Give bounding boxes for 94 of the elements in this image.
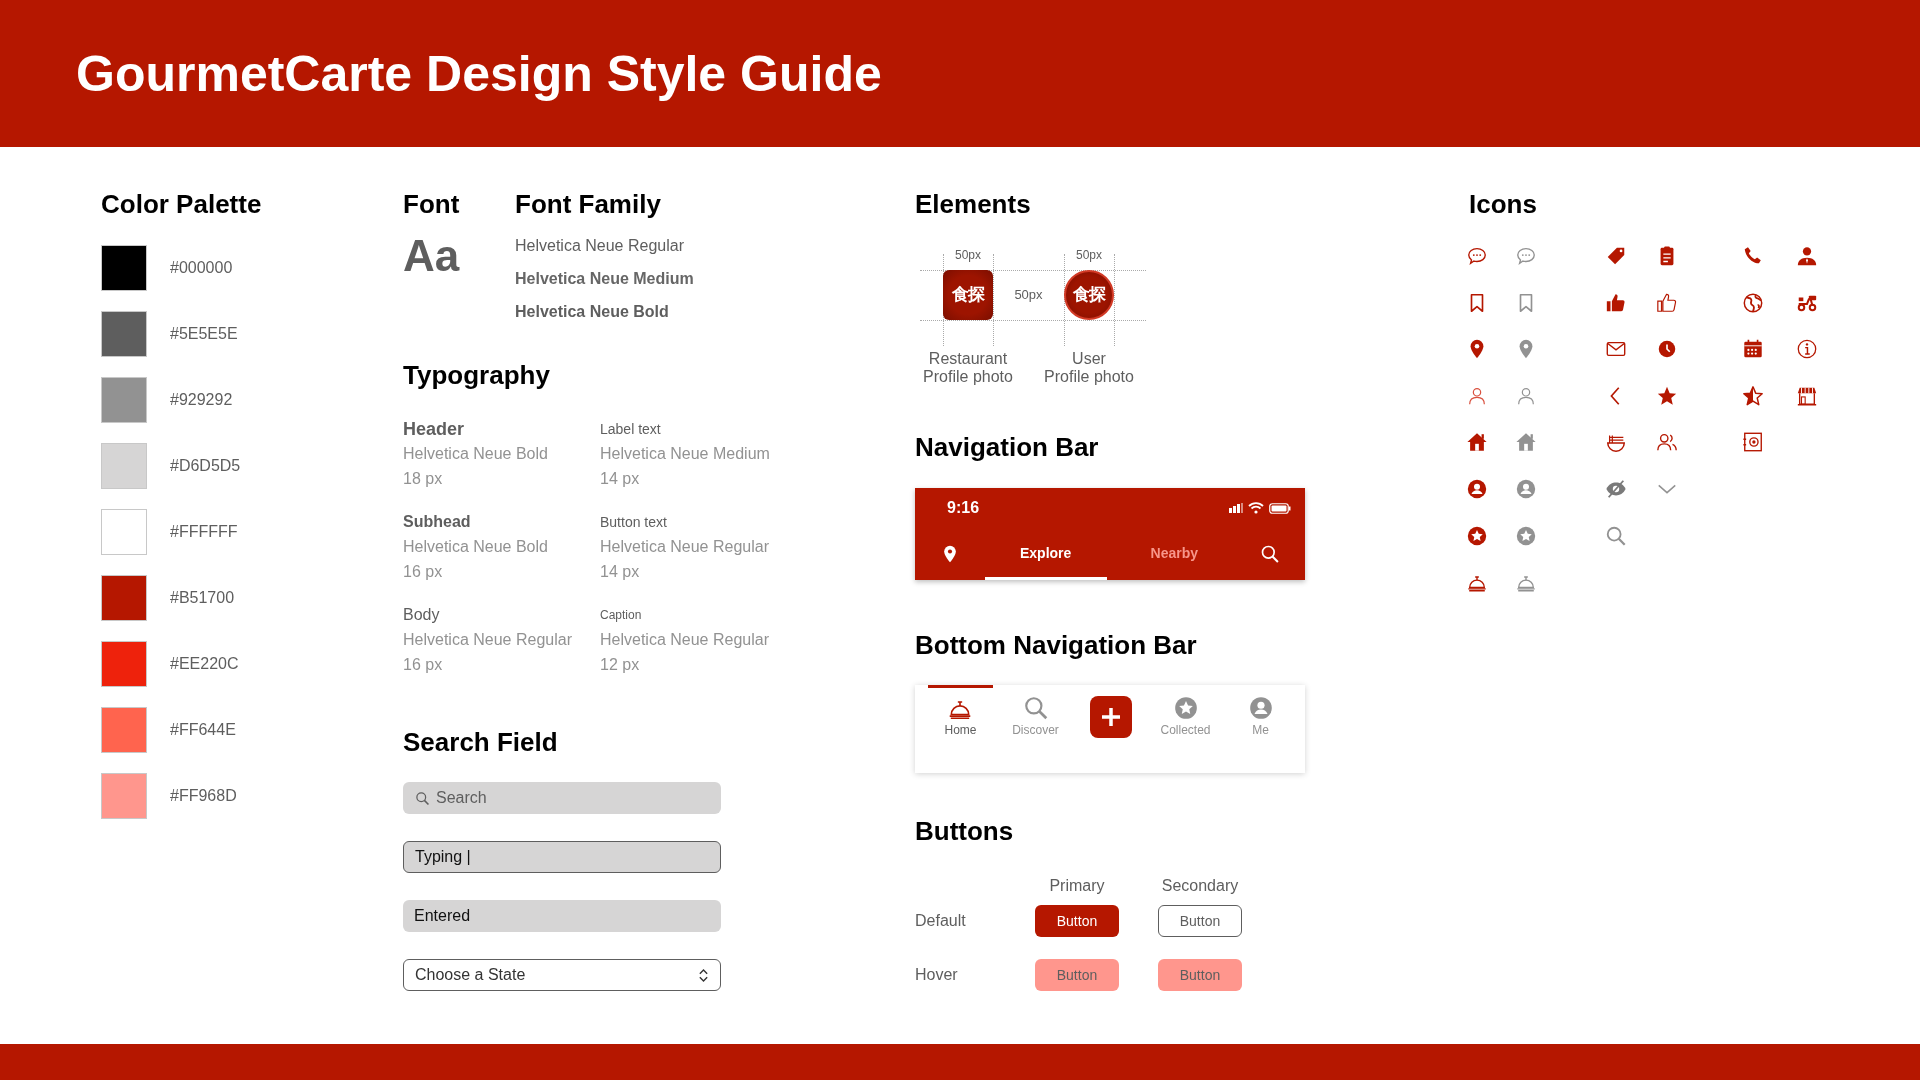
bottom-nav-tab[interactable]: Discover: [1012, 695, 1059, 737]
user-avatar-icon: [1515, 477, 1537, 500]
search-icon: [1022, 695, 1049, 721]
section-title: Bottom Navigation Bar: [915, 630, 1197, 660]
style-name: Button text: [600, 513, 668, 532]
thumbs-up-icon: [1656, 291, 1678, 314]
nav-tab[interactable]: Explore: [984, 528, 1107, 580]
section-title: Typography: [403, 360, 550, 390]
font-name: Helvetica Neue Regular: [600, 630, 770, 650]
width-label: 50px: [955, 247, 981, 264]
color-code: #FFFFFF: [170, 523, 238, 541]
add-button[interactable]: [1089, 696, 1132, 738]
color-code: #EE220C: [170, 655, 239, 673]
chat-icon: [1466, 245, 1488, 267]
page-title: GourmetCarte Design Style Guide: [76, 44, 882, 103]
section-title: Elements: [915, 189, 1031, 219]
color-code: #000000: [170, 259, 233, 277]
style-name: Label text: [600, 420, 662, 439]
font-size: 16 px: [403, 562, 444, 582]
width-label: 50px: [1076, 247, 1102, 264]
style-name: Header: [403, 417, 466, 441]
input-field[interactable]: Typing |: [403, 841, 721, 873]
section-title: Font Family: [515, 189, 662, 219]
row-label: Default: [915, 912, 967, 930]
info-icon: [1796, 338, 1818, 361]
home-icon: [1466, 431, 1488, 454]
section-title: Font: [403, 189, 461, 219]
input-field[interactable]: Entered: [403, 900, 721, 932]
photo-caption: User Profile photo: [1044, 350, 1134, 386]
font-name: Helvetica Neue Bold: [403, 537, 549, 557]
font-size: 18 px: [403, 469, 444, 489]
tag-icon: [1605, 245, 1627, 267]
person-icon: [1796, 245, 1818, 267]
user-avatar-icon: [1247, 695, 1274, 721]
font-sample: Aa: [403, 231, 461, 281]
color-code: #FF968D: [170, 787, 237, 805]
chat-icon: [1515, 245, 1537, 267]
battery-icon: [1269, 502, 1291, 514]
font-size: 12 px: [600, 655, 641, 675]
thumbs-up-icon: [1605, 291, 1627, 314]
state-dropdown[interactable]: Choose a State: [403, 959, 721, 991]
search-icon[interactable]: [1260, 543, 1281, 565]
logo-photo: 食探: [1064, 270, 1114, 320]
column-label: Secondary: [1160, 877, 1240, 895]
font-name: Helvetica Neue Regular: [600, 537, 770, 557]
font-name: Helvetica Neue Bold: [403, 444, 549, 464]
globe-icon: [1742, 291, 1764, 314]
search-icon: [1605, 524, 1627, 547]
section-title: Color Palette: [101, 189, 262, 219]
bottom-nav-tab[interactable]: Me: [1247, 695, 1274, 737]
signal-icon: [1229, 503, 1243, 513]
section-title: Search Field: [403, 727, 558, 757]
spacing-label: 50px: [1014, 286, 1043, 304]
font-family-name: Helvetica Neue Bold: [515, 302, 670, 322]
font-family-name: Helvetica Neue Regular: [515, 236, 685, 256]
section-title: Icons: [1469, 189, 1537, 219]
star-circle-icon: [1515, 524, 1537, 547]
safe-icon: [1742, 431, 1764, 454]
style-name: Caption: [600, 607, 643, 624]
style-name: Subhead: [403, 512, 472, 532]
row-label: Hover: [915, 966, 959, 984]
half-star-icon: [1742, 384, 1764, 407]
style-name: Body: [403, 605, 441, 625]
wifi-icon: [1248, 502, 1264, 514]
status-time: 9:16: [947, 499, 980, 517]
font-name: Helvetica Neue Medium: [600, 444, 771, 464]
column-label: Primary: [1048, 877, 1106, 895]
logo-photo: 食探: [943, 270, 993, 320]
star-circle-icon: [1466, 524, 1488, 547]
plus-icon: [1099, 706, 1122, 728]
font-name: Helvetica Neue Regular: [403, 630, 573, 650]
bottom-nav-tab[interactable]: Home: [944, 695, 977, 737]
search-icon: [415, 791, 430, 806]
font-size: 16 px: [403, 655, 444, 675]
home-icon: [1515, 431, 1537, 454]
font-family-name: Helvetica Neue Medium: [515, 269, 694, 289]
up-down-arrows-icon: [698, 967, 709, 983]
user-avatar-icon: [1466, 477, 1488, 500]
color-code: #D6D5D5: [170, 457, 241, 475]
secondary-button[interactable]: Button: [1158, 905, 1242, 937]
font-size: 14 px: [600, 469, 641, 489]
hidden-icon: [1605, 477, 1627, 500]
color-code: #5E5E5E: [170, 325, 238, 343]
section-title: Navigation Bar: [915, 432, 1099, 462]
font-size: 14 px: [600, 562, 641, 582]
search-field[interactable]: Search: [403, 782, 721, 814]
color-code: #FF644E: [170, 721, 236, 739]
star-circle-icon: [1172, 695, 1199, 721]
bottom-nav-tab[interactable]: Collected: [1160, 695, 1211, 737]
photo-caption: Restaurant Profile photo: [923, 350, 1013, 386]
section-title: Buttons: [915, 816, 1014, 846]
color-code: #929292: [170, 391, 233, 409]
color-code: #B51700: [170, 589, 235, 607]
primary-button[interactable]: Button: [1035, 905, 1119, 937]
